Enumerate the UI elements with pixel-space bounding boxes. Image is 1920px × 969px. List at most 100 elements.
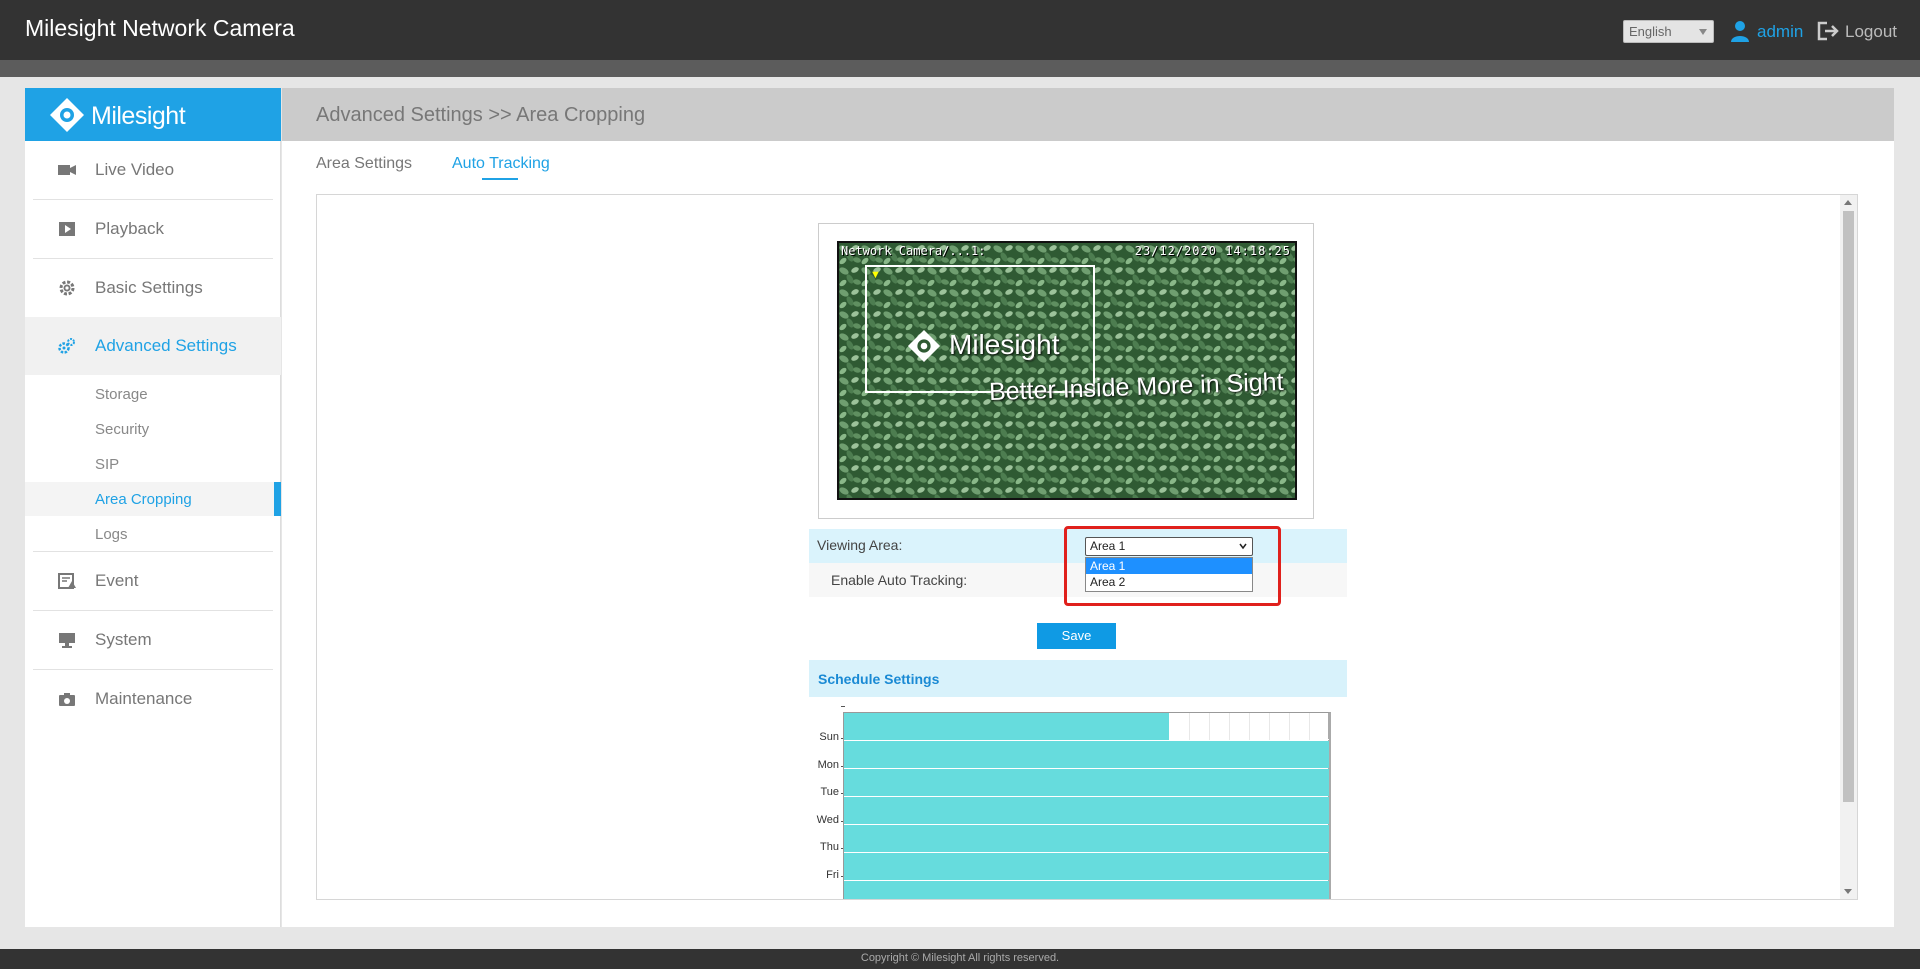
- sidebar-item-label: Basic Settings: [95, 278, 203, 297]
- sidebar-item-basic-settings[interactable]: Basic Settings: [25, 259, 281, 317]
- sidebar-item-system[interactable]: System: [25, 611, 281, 669]
- logout-link[interactable]: Logout: [1845, 22, 1897, 42]
- grid-line: [1189, 713, 1190, 740]
- schedule-row-tue[interactable]: [844, 797, 1329, 824]
- schedule-row-header[interactable]: [844, 713, 1329, 740]
- main-content: Advanced Settings >> Area Cropping Area …: [282, 88, 1894, 927]
- sidebar-subitem-label: Storage: [95, 386, 148, 403]
- sidebar-subitem-storage[interactable]: Storage: [25, 377, 281, 411]
- scroll-down-arrow-icon[interactable]: [1844, 889, 1852, 894]
- schedule-fill: [844, 825, 1329, 852]
- content-header: Advanced Settings >> Area Cropping: [282, 88, 1894, 141]
- playback-icon: [59, 222, 75, 236]
- app-title: Milesight Network Camera: [25, 15, 295, 41]
- save-button[interactable]: Save: [1037, 623, 1116, 649]
- tab-area-settings[interactable]: Area Settings: [316, 155, 412, 173]
- grid-line: [1229, 713, 1230, 740]
- grid-line: [1249, 713, 1250, 740]
- monitor-icon: [59, 633, 75, 648]
- schedule-fill: [844, 853, 1329, 880]
- sidebar-subitem-sip[interactable]: SIP: [25, 447, 281, 481]
- breadcrumb: Advanced Settings >> Area Cropping: [316, 104, 646, 126]
- sidebar-item-label: Event: [95, 571, 139, 590]
- video-camera-icon: [58, 165, 76, 175]
- sidebar-item-label: Maintenance: [95, 689, 193, 708]
- day-label-thu: Thu: [820, 841, 839, 853]
- copyright-text: Copyright © Milesight All rights reserve…: [860, 952, 1060, 964]
- username-link[interactable]: admin: [1757, 22, 1803, 42]
- crop-area-marker: ▼: [870, 269, 881, 281]
- sidebar-item-live-video[interactable]: Live Video: [25, 141, 281, 199]
- schedule-settings-header: Schedule Settings: [809, 660, 1347, 697]
- sidebar-item-label: System: [95, 630, 152, 649]
- schedule-row-sun[interactable]: [844, 741, 1329, 768]
- language-value: English: [1629, 24, 1672, 39]
- sidebar: Milesight Live Video Playback Basic Sett…: [25, 88, 281, 927]
- sidebar-subitem-area-cropping[interactable]: Area Cropping: [25, 482, 281, 516]
- schedule-fill: [844, 741, 1329, 768]
- sidebar-item-label: Advanced Settings: [95, 336, 237, 355]
- schedule-fill: [844, 881, 1329, 899]
- logout-icon[interactable]: [1817, 21, 1839, 41]
- sidebar-item-label: Playback: [95, 219, 164, 238]
- top-bar-strip: [0, 60, 1920, 77]
- scroll-up-arrow-icon[interactable]: [1844, 200, 1852, 205]
- gear-icon: [59, 280, 75, 296]
- schedule-row-fri[interactable]: [844, 881, 1329, 899]
- chevron-down-icon: [1699, 29, 1707, 35]
- language-select[interactable]: English: [1623, 20, 1714, 43]
- tab-active-indicator: [482, 178, 518, 180]
- sidebar-subitem-label: Logs: [95, 526, 128, 543]
- video-preview[interactable]: Network Camera/...1: 23/12/2020 14:18:25…: [837, 241, 1297, 500]
- sidebar-subitem-label: SIP: [95, 456, 120, 473]
- schedule-fill: [844, 797, 1329, 824]
- watermark-brand: Milesight: [949, 329, 1060, 360]
- camera-icon: [59, 693, 75, 706]
- sidebar-item-advanced-settings[interactable]: Advanced Settings: [25, 317, 281, 375]
- sidebar-subitem-label: Security: [95, 421, 150, 438]
- viewing-area-label: Viewing Area:: [817, 537, 903, 553]
- brand-header: Milesight: [25, 88, 281, 141]
- sidebar-item-maintenance[interactable]: Maintenance: [25, 670, 281, 728]
- schedule-row-thu[interactable]: [844, 853, 1329, 880]
- sidebar-subitem-logs[interactable]: Logs: [25, 517, 281, 551]
- video-preview-frame: Network Camera/...1: 23/12/2020 14:18:25…: [818, 223, 1314, 519]
- day-label-mon: Mon: [817, 759, 839, 771]
- schedule-fill: [844, 769, 1329, 796]
- highlight-annotation-box: [1064, 526, 1281, 606]
- settings-panel: Network Camera/...1: 23/12/2020 14:18:25…: [316, 194, 1858, 900]
- schedule-fill: [844, 713, 1169, 740]
- day-label-tue: Tue: [820, 786, 839, 798]
- tab-auto-tracking[interactable]: Auto Tracking: [452, 155, 550, 173]
- milesight-logo-icon: [50, 98, 84, 132]
- grid-line: [1269, 713, 1270, 740]
- user-icon[interactable]: [1730, 20, 1750, 42]
- grid-line: [1209, 713, 1210, 740]
- sidebar-item-label: Live Video: [95, 160, 175, 179]
- sidebar-item-event[interactable]: Event: [25, 552, 281, 610]
- schedule-settings-title: Schedule Settings: [818, 671, 940, 687]
- footer: Copyright © Milesight All rights reserve…: [0, 949, 1920, 969]
- sidebar-subitem-label: Area Cropping: [95, 491, 192, 508]
- day-label-fri: Fri: [826, 869, 839, 881]
- grid-line: [1309, 713, 1310, 740]
- sidebar-subitem-security[interactable]: Security: [25, 412, 281, 446]
- day-label-sun: Sun: [819, 731, 839, 743]
- watermark-logo-icon: [907, 329, 941, 363]
- osd-datetime: 23/12/2020 14:18:25: [1134, 244, 1291, 258]
- active-indicator: [274, 482, 281, 516]
- top-bar: Milesight Network Camera English admin L…: [0, 0, 1920, 60]
- scroll-thumb[interactable]: [1843, 211, 1854, 802]
- auto-tracking-label: Enable Auto Tracking:: [831, 572, 968, 588]
- gears-icon: [58, 338, 75, 354]
- sidebar-item-playback[interactable]: Playback: [25, 200, 281, 258]
- schedule-row-mon[interactable]: [844, 769, 1329, 796]
- brand-name: Milesight: [91, 102, 186, 130]
- osd-camera-name: Network Camera/...1:: [841, 244, 986, 258]
- scrollbar[interactable]: [1840, 195, 1857, 899]
- schedule-grid[interactable]: [843, 712, 1331, 899]
- schedule-row-wed[interactable]: [844, 825, 1329, 852]
- axis-tick: [841, 706, 845, 707]
- grid-line: [1289, 713, 1290, 740]
- day-label-wed: Wed: [816, 814, 839, 826]
